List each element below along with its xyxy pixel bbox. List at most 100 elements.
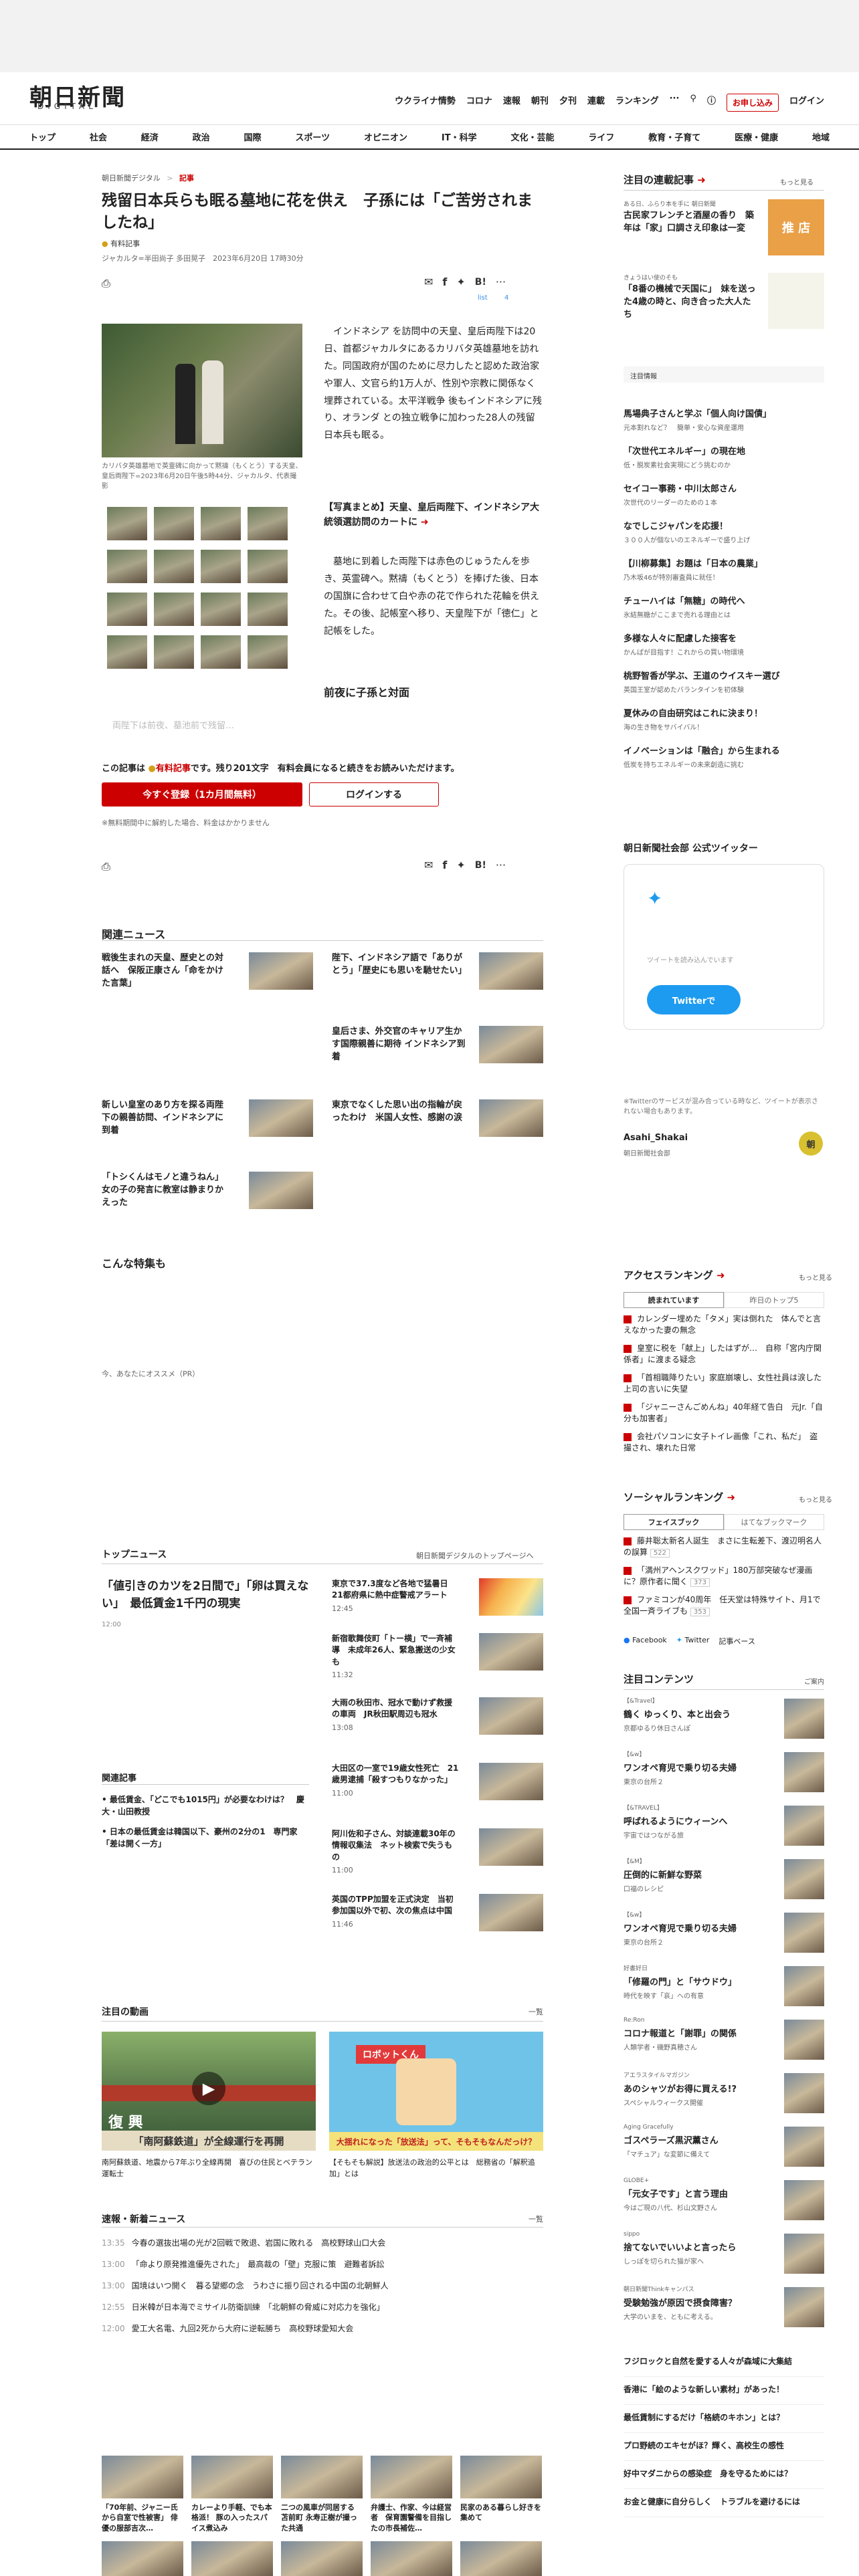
contents-item[interactable]: Re:Ron コロナ報道と「謝罪」の関係 人類学者・磯野真穂さん — [624, 2017, 824, 2070]
promo-item[interactable]: 最低賃制にするだけ「格続のキホン」とは？ — [624, 2405, 824, 2433]
photo-card[interactable]: 「70年前、ジャニー氏から自室で性被害」 俳優の服部吉次… — [102, 2456, 183, 2533]
notice-item[interactable]: 馬場典子さんと学ぶ「個人向け国債」 元本割れなど？ 簡単・安心な資産運用 — [624, 407, 824, 444]
related-item-4[interactable]: 新しい皇室のあり方を探る両陛下の親善訪問、インドネシアに到着 — [102, 1099, 229, 1138]
article-main-photo[interactable] — [102, 324, 302, 457]
thumb[interactable] — [201, 550, 241, 583]
login-link[interactable]: ログイン — [789, 94, 824, 112]
breaking-item[interactable]: 12:00 愛工大名電、九回2死から大府に逆転勝ち 高校野球愛知大会 — [102, 2325, 543, 2346]
cat-education[interactable]: 教育・子育て — [648, 130, 700, 143]
nav-breaking[interactable]: 速報 — [503, 94, 520, 112]
video-title-1[interactable]: 南阿蘇鉄道、地震から7年ぶり全線再開 喜びの住民とベテラン運転士 — [102, 2157, 316, 2179]
related-article-1[interactable]: • 最低賃金、「どこでも1015円」が必要なわけは？ 慶大・山田教授 — [102, 1794, 309, 1818]
rensai-item[interactable]: 「8番の機械で天国に」 妹を送った4歳の時と、向き合った大人たち — [624, 284, 757, 322]
about-link[interactable]: 記事ベース — [719, 1636, 755, 1646]
top-news-item[interactable]: 大田区の一室で19歳女性死亡 21歳男逮捕「殺すつもりなかった」 — [332, 1763, 459, 1786]
top-news-thumb[interactable] — [479, 1828, 543, 1866]
hatena-icon[interactable]: B! — [475, 277, 486, 288]
video-thumb-1[interactable]: ▶ 復 興 「南阿蘇鉄道」が全線運行を再開 — [102, 2032, 316, 2151]
cat-opinion[interactable]: オピニオン — [364, 130, 407, 143]
breadcrumb-site[interactable]: 朝日新聞デジタル — [102, 174, 161, 183]
photo-card-image[interactable] — [371, 2541, 452, 2576]
social-item[interactable]: 藤井聡太新名人誕生 まさに生転差下、渡辺明名人の誤算 522 — [624, 1535, 824, 1565]
cat-international[interactable]: 国際 — [244, 130, 262, 143]
photo-card[interactable]: 弁護士、作家、今は経営者 保育園警備を目指したの市長補佐… — [371, 2456, 452, 2533]
heat-map-thumb[interactable] — [479, 1578, 543, 1616]
rensai-thumb[interactable] — [768, 273, 824, 329]
promo-item[interactable]: プロ野続のエキセがほ？輝く、高校生の感性 — [624, 2433, 824, 2461]
cat-sports[interactable]: スポーツ — [295, 130, 330, 143]
contents-item[interactable]: GLOBE+ 「元女子です」と言う理由 今はご現の八代、杉山文野さん — [624, 2177, 824, 2231]
photo-gallery-link[interactable]: 【写真まとめ】天皇、皇后両陛下、インドネシア大統領選訪問のカートに ➜ — [324, 500, 543, 530]
nav-ranking[interactable]: ランキング — [615, 94, 659, 112]
thumb[interactable] — [154, 507, 194, 540]
promo-item[interactable]: 香港に「絵のような新しい素材」があった！ — [624, 2377, 824, 2405]
contents-item[interactable]: 【&w】 ワンオペ育児で乗り切る夫婦 東京の台所２ — [624, 1749, 824, 1803]
thumb[interactable] — [248, 635, 288, 669]
cat-local[interactable]: 地域 — [812, 130, 830, 143]
notice-item[interactable]: イノベーションは「融合」から生まれる 低炭を持ちエネルギーの未来創造に挑む — [624, 744, 824, 781]
top-news-item[interactable]: 英国のTPP加盟を正式決定 当初参加国以外で初、次の焦点は中国 — [332, 1894, 459, 1917]
hatena-icon[interactable]: B! — [475, 860, 486, 871]
related-thumb[interactable] — [249, 952, 313, 990]
top-news-thumb[interactable] — [479, 1894, 543, 1931]
cat-politics[interactable]: 政治 — [193, 130, 210, 143]
ranking-tab-read[interactable]: 読まれています — [624, 1292, 724, 1308]
help-icon[interactable]: ⓘ — [707, 94, 716, 112]
top-news-item[interactable]: 東京で37.3度など各地で猛暑日 21都府県に熱中症警戒アラート — [332, 1578, 459, 1602]
contents-item[interactable]: Aging Gracefully ゴスペラーズ黒沢薫さん 「マチュア」な変節に備えて — [624, 2124, 824, 2177]
facebook-icon[interactable]: f — [442, 276, 447, 288]
cat-economy[interactable]: 経済 — [141, 130, 159, 143]
contents-more[interactable]: ご案内 — [804, 1676, 824, 1686]
related-item-2[interactable]: 陛下、インドネシア語で「ありがとう」「歴史にも思いを馳せたい」 — [332, 952, 467, 978]
related-thumb[interactable] — [479, 1026, 543, 1063]
account-avatar[interactable]: 朝 — [799, 1132, 823, 1156]
thumb[interactable] — [107, 550, 147, 583]
notice-item[interactable]: 多様な人々に配慮した接客を かんぱが目指す！これからの買い物環境 — [624, 631, 824, 669]
search-icon[interactable]: ⚲ — [690, 94, 696, 112]
nav-corona[interactable]: コロナ — [466, 94, 492, 112]
contents-item[interactable]: 【&w】 ワンオペ育児で乗り切る夫婦 東京の台所２ — [624, 1910, 824, 1963]
top-news-thumb[interactable] — [479, 1697, 543, 1735]
thumb[interactable] — [248, 550, 288, 583]
cat-health[interactable]: 医療・健康 — [735, 130, 778, 143]
photo-card[interactable]: 民家のある暮らし好きを集めて — [460, 2456, 542, 2533]
photo-card-image[interactable] — [460, 2541, 542, 2576]
thumb[interactable] — [248, 593, 288, 626]
notice-item[interactable]: セイコー事務・中川太郎さん 次世代のリーダーのための１本 — [624, 481, 824, 519]
ranking-tab-yesterday[interactable]: 昨日のトップ5 — [724, 1292, 824, 1308]
thumb[interactable] — [201, 593, 241, 626]
related-thumb[interactable] — [479, 1099, 543, 1137]
related-item-3[interactable]: 皇后さま、外交官のキャリア生かす国際親善に期待 インドネシア到着 — [332, 1026, 466, 1064]
photo-card-image[interactable] — [102, 2541, 183, 2576]
top-news-thumb[interactable] — [479, 1633, 543, 1671]
cat-top[interactable]: トップ — [29, 130, 56, 143]
contents-item[interactable]: 朝日新聞Thinkキャンパス 受験勉強が原因で摂食障害？ 大学のいまを、ともに考える… — [624, 2284, 824, 2338]
photo-card-image[interactable] — [281, 2541, 363, 2576]
breaking-item[interactable]: 13:00 「命より原発推進優先された」 最高裁の「壁」克服に策 避難者訴訟 — [102, 2260, 543, 2282]
photo-card[interactable]: カレーより手軽、でも本格派！ 豚の入ったスパイス煮込み — [191, 2456, 273, 2533]
contents-item[interactable]: 好書好日 「修羅の門」と「サウドウ」 時代を映す「哀」への有意 — [624, 1963, 824, 2017]
mail-icon[interactable]: ✉ — [424, 276, 433, 288]
ranking-item[interactable]: 会社パソコンに女子トイレ画像「これ、私だ」 盗撮され、壊れた日常 — [624, 1431, 824, 1461]
play-icon[interactable]: ▶ — [192, 2072, 225, 2105]
mail-icon[interactable]: ✉ — [424, 859, 433, 871]
thumb[interactable] — [154, 550, 194, 583]
contents-item[interactable]: 【&Travel】 鶴く ゆっくり、本と出会う 京都ゆるり休日さんぽ — [624, 1696, 824, 1749]
top-page-link[interactable]: 朝日新聞デジタルのトップページへ — [416, 1550, 534, 1561]
cat-culture[interactable]: 文化・芸能 — [510, 130, 554, 143]
nav-series[interactable]: 連載 — [587, 94, 605, 112]
social-more[interactable]: もっと見る — [799, 1494, 832, 1504]
social-item[interactable]: ファミコンが40周年 任天堂は特殊サイト、月1で全国一斉ライブも 353 — [624, 1594, 824, 1624]
thumb[interactable] — [201, 507, 241, 540]
top-news-thumb[interactable] — [479, 1763, 543, 1800]
share-list-link[interactable]: list — [478, 294, 488, 302]
related-item-1[interactable]: 戦後生まれの天皇、歴史との対話へ 保阪正康さん「命をかけた言葉」 — [102, 952, 229, 990]
cat-it-science[interactable]: IT・科学 — [442, 130, 477, 143]
related-thumb[interactable] — [249, 1099, 313, 1137]
ranking-item[interactable]: 皇室に税を「献上」したはずが… 自称「宮内庁関係者」に渡まる疑念 — [624, 1343, 824, 1372]
related-thumb[interactable] — [479, 952, 543, 990]
breaking-item[interactable]: 12:55 日米韓が日本海でミサイル防衛訓練 「北朝鮮の脅威に対応力を強化」 — [102, 2303, 543, 2325]
social-item[interactable]: 「満州アヘンスクワッド」180万部突破なぜ漫画に？原作者に聞く 373 — [624, 1565, 824, 1594]
thumb[interactable] — [154, 593, 194, 626]
cat-society[interactable]: 社会 — [90, 130, 107, 143]
